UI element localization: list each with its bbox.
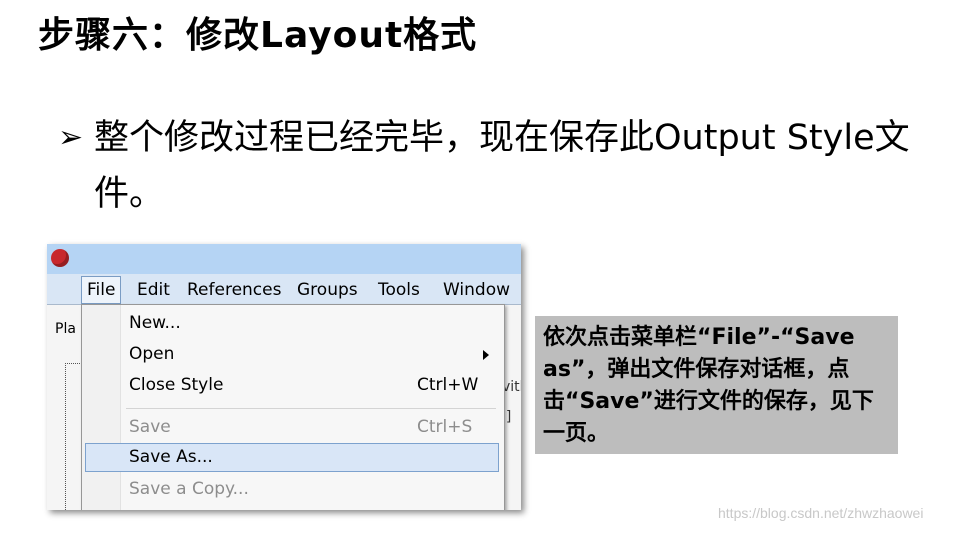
menu-separator	[126, 408, 496, 409]
bullet-point: ➢ 整个修改过程已经完毕，现在保存此Output Style文件。	[58, 110, 928, 222]
file-menu-dropdown: New... Open Close Style Ctrl+W Save Ctrl…	[81, 304, 505, 510]
menu-item-shortcut: Ctrl+W	[417, 375, 479, 395]
bullet-arrow-icon: ➢	[58, 120, 84, 155]
menu-item-label: Save	[129, 417, 171, 437]
menu-item-label: Open	[129, 344, 175, 364]
bullet-text: 整个修改过程已经完毕，现在保存此Output Style文件。	[94, 118, 910, 214]
menu-item-close-style[interactable]: Close Style Ctrl+W	[83, 371, 501, 400]
menu-file[interactable]: File	[81, 276, 122, 304]
menu-item-save-a-copy[interactable]: Save a Copy...	[83, 475, 501, 504]
chevron-right-icon	[483, 350, 489, 360]
menu-tools[interactable]: Tools	[378, 280, 420, 300]
menu-item-label: Close Style	[129, 375, 224, 395]
instruction-callout: 依次点击菜单栏“File”-“Save as”，弹出文件保存对话框，点击“Sav…	[535, 316, 898, 454]
watermark: https://blog.csdn.net/zhwzhaowei	[718, 505, 924, 521]
menu-references[interactable]: References	[187, 280, 281, 300]
menu-item-save-as[interactable]: Save As...	[83, 443, 501, 472]
toolbar-label-partial: Pla	[55, 321, 76, 337]
menu-edit[interactable]: Edit	[137, 280, 170, 300]
menu-groups[interactable]: Groups	[297, 280, 358, 300]
menu-item-new[interactable]: New...	[83, 309, 501, 338]
window-titlebar	[47, 244, 521, 274]
menubar: File Edit References Groups Tools Window	[47, 274, 521, 328]
menu-window[interactable]: Window	[443, 280, 510, 300]
app-window-screenshot: File Edit References Groups Tools Window…	[47, 244, 521, 510]
menu-item-shortcut: Ctrl+S	[417, 417, 473, 437]
menu-item-label: Save As...	[129, 447, 213, 467]
menu-item-label: New...	[129, 313, 181, 333]
menu-item-save[interactable]: Save Ctrl+S	[83, 413, 501, 442]
slide-title: 步骤六：修改Layout格式	[38, 15, 478, 56]
menu-item-label: Save a Copy...	[129, 479, 249, 499]
menu-item-open[interactable]: Open	[83, 340, 501, 369]
endnote-logo-icon	[51, 249, 69, 267]
